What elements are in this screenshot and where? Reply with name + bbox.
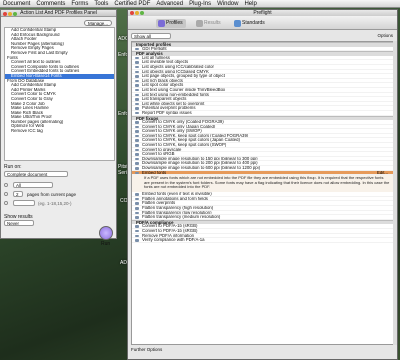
profile-item[interactable]: Report PDF syntax issues [132, 111, 394, 116]
tab-results[interactable]: Results [194, 19, 224, 28]
run-on-label: Run on: [4, 164, 22, 170]
range-hint: (eg. 1-18,15,20-) [38, 201, 72, 206]
tab-standards[interactable]: Standards [232, 19, 268, 28]
menu-item[interactable]: Advanced [156, 1, 183, 7]
menu-item[interactable]: Window [217, 1, 238, 7]
menu-item[interactable]: Certified PDF [114, 1, 150, 7]
menu-item[interactable]: Comments [36, 1, 65, 7]
menu-item[interactable]: Plug-Ins [189, 1, 211, 7]
zoom-icon[interactable] [140, 11, 144, 15]
tab-profiles[interactable]: Profiles [156, 19, 186, 28]
profile-item[interactable]: Verify compliance with PDF/A-1a [132, 238, 394, 243]
scrollbar[interactable] [393, 41, 397, 345]
options-menu[interactable]: Options [377, 33, 393, 38]
profile-description: If a PDF uses fonts which are not embedd… [132, 175, 394, 193]
run-label: Run [101, 241, 111, 247]
filter-row: Show all Options [128, 31, 397, 40]
profile-item[interactable]: Flatten transparency (medium resolution) [132, 215, 394, 220]
run-on-select[interactable]: Complete document [4, 171, 68, 177]
panel-titlebar[interactable]: Action List And PDF Profiles Panel [1, 10, 116, 17]
menu-item[interactable]: Help [244, 1, 256, 7]
close-icon[interactable] [130, 11, 134, 15]
show-results-select[interactable]: Never [4, 220, 34, 226]
pages-from-label: pages from current page [27, 192, 77, 197]
menu-item[interactable]: Tools [94, 1, 108, 7]
show-select[interactable]: Show all [131, 33, 171, 39]
menu-item[interactable]: Document [3, 1, 30, 7]
close-icon[interactable] [3, 12, 7, 16]
action-list-panel: Action List And PDF Profiles Panel Manag… [0, 9, 117, 247]
preflight-window: Preflight Profiles Results Standards Sho… [127, 9, 398, 360]
results-icon [196, 20, 203, 27]
menu-item[interactable]: Forms [71, 1, 88, 7]
range-radio[interactable] [4, 201, 8, 205]
profile-list[interactable]: Imported profiles GDI Preflight PDF analys… [131, 41, 395, 345]
range-input[interactable] [13, 200, 35, 206]
profile-item[interactable]: GDI Preflight [132, 47, 394, 52]
standards-icon [234, 20, 241, 27]
minimize-icon[interactable] [135, 11, 139, 15]
panel-title: Action List And PDF Profiles Panel [20, 10, 97, 16]
zoom-icon[interactable] [13, 12, 17, 16]
minimize-icon[interactable] [8, 12, 12, 16]
all-select[interactable]: All [13, 182, 53, 188]
all-radio[interactable] [4, 183, 8, 187]
menu-bar: Document Comments Forms Tools Certified PDF A… [0, 0, 400, 8]
further-options[interactable]: Further Options [131, 347, 162, 352]
action-item[interactable]: Remove ICC tag [5, 129, 114, 134]
edit-link[interactable]: Edit... [377, 171, 388, 175]
preflight-tabs: Profiles Results Standards [128, 16, 397, 30]
manage-button[interactable]: Manage... [84, 20, 112, 26]
action-list[interactable]: Add Confidential Stamp Add Enfocus Backgr… [4, 27, 115, 161]
pages-radio[interactable] [4, 192, 8, 196]
profiles-icon [158, 20, 165, 27]
profile-item-selected[interactable]: Embed fonts Edit... [132, 170, 394, 176]
run-button[interactable] [99, 226, 113, 240]
pages-from-input[interactable]: 2 [13, 191, 23, 197]
